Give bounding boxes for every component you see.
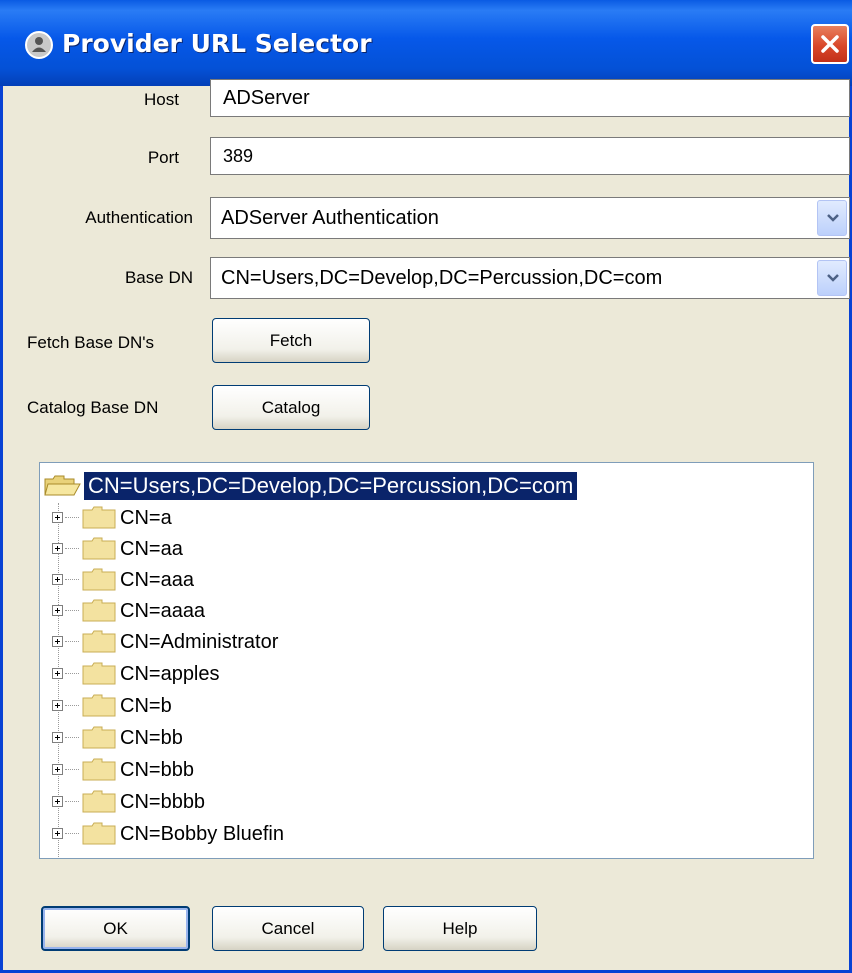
base-dn-dropdown-button[interactable] xyxy=(817,260,847,296)
tree-connector xyxy=(65,769,79,770)
tree-node-label: CN=apples xyxy=(120,663,220,685)
folder-icon xyxy=(82,506,116,529)
open-folder-icon xyxy=(44,475,81,496)
base-dn-tree[interactable]: CN=Users,DC=Develop,DC=Percussion,DC=com… xyxy=(39,462,814,859)
expand-icon[interactable] xyxy=(52,796,63,807)
tree-connector xyxy=(65,610,79,611)
provider-url-selector-dialog: Provider URL Selector Host ADServer Port… xyxy=(0,0,852,973)
expand-icon[interactable] xyxy=(52,828,63,839)
folder-icon xyxy=(82,662,116,685)
tree-connector xyxy=(65,579,79,580)
help-button[interactable]: Help xyxy=(383,906,537,951)
expand-icon[interactable] xyxy=(52,605,63,616)
base-dn-label: Base DN xyxy=(124,268,193,287)
expand-icon[interactable] xyxy=(52,636,63,647)
port-field[interactable]: 389 xyxy=(210,137,850,175)
expand-icon[interactable] xyxy=(52,732,63,743)
folder-icon xyxy=(82,537,116,560)
base-dn-select[interactable]: CN=Users,DC=Develop,DC=Percussion,DC=com xyxy=(210,257,850,299)
close-icon xyxy=(821,35,839,53)
tree-root-label: CN=Users,DC=Develop,DC=Percussion,DC=com xyxy=(84,472,578,500)
ok-button[interactable]: OK xyxy=(41,906,190,951)
catalog-base-dn-label: Catalog Base DN xyxy=(27,398,159,417)
folder-icon xyxy=(82,758,116,781)
host-field[interactable]: ADServer xyxy=(210,79,850,117)
fetch-base-dns-label: Fetch Base DN's xyxy=(27,333,155,352)
tree-connector xyxy=(65,801,79,802)
folder-icon xyxy=(82,790,116,813)
authentication-value: ADServer Authentication xyxy=(221,207,439,229)
tree-node-label: CN=aa xyxy=(120,538,183,560)
tree-node-label: CN=aaaa xyxy=(120,600,206,622)
tree-node-label: CN=bbb xyxy=(120,759,194,781)
cancel-button[interactable]: Cancel xyxy=(212,906,364,951)
base-dn-value: CN=Users,DC=Develop,DC=Percussion,DC=com xyxy=(221,267,663,289)
expand-icon[interactable] xyxy=(52,764,63,775)
expand-icon[interactable] xyxy=(52,543,63,554)
tree-node-label: CN=b xyxy=(120,695,172,717)
catalog-button[interactable]: Catalog xyxy=(212,385,370,430)
tree-connector xyxy=(65,548,79,549)
expand-icon[interactable] xyxy=(52,668,63,679)
tree-node-label: CN=bb xyxy=(120,727,183,749)
tree-node-label: CN=aaa xyxy=(120,569,194,591)
window-title: Provider URL Selector xyxy=(62,29,372,58)
tree-connector xyxy=(65,517,79,518)
folder-icon xyxy=(82,726,116,749)
chevron-down-icon xyxy=(827,274,839,282)
folder-icon xyxy=(82,822,116,845)
expand-icon[interactable] xyxy=(52,574,63,585)
fetch-button[interactable]: Fetch xyxy=(212,318,370,363)
tree-connector xyxy=(65,641,79,642)
tree-connector xyxy=(65,833,79,834)
authentication-label: Authentication xyxy=(85,208,193,227)
tree-connector xyxy=(65,737,79,738)
folder-icon xyxy=(82,599,116,622)
folder-icon xyxy=(82,630,116,653)
expand-icon[interactable] xyxy=(52,700,63,711)
folder-icon xyxy=(82,568,116,591)
tree-node-label: CN=a xyxy=(120,507,172,529)
tree-connector xyxy=(65,673,79,674)
tree-connector xyxy=(65,705,79,706)
close-button[interactable] xyxy=(811,24,849,64)
host-label: Host xyxy=(144,90,179,109)
expand-icon[interactable] xyxy=(52,512,63,523)
title-bar[interactable]: Provider URL Selector xyxy=(0,0,852,86)
tree-node-label: CN=Bobby Bluefin xyxy=(120,823,284,845)
tree-node-label: CN=bbbb xyxy=(120,791,206,813)
folder-icon xyxy=(82,694,116,717)
authentication-dropdown-button[interactable] xyxy=(817,200,847,236)
port-label: Port xyxy=(147,148,179,167)
chevron-down-icon xyxy=(827,214,839,222)
authentication-select[interactable]: ADServer Authentication xyxy=(210,197,850,239)
app-icon xyxy=(25,31,53,59)
tree-node-label: CN=Administrator xyxy=(120,631,279,653)
